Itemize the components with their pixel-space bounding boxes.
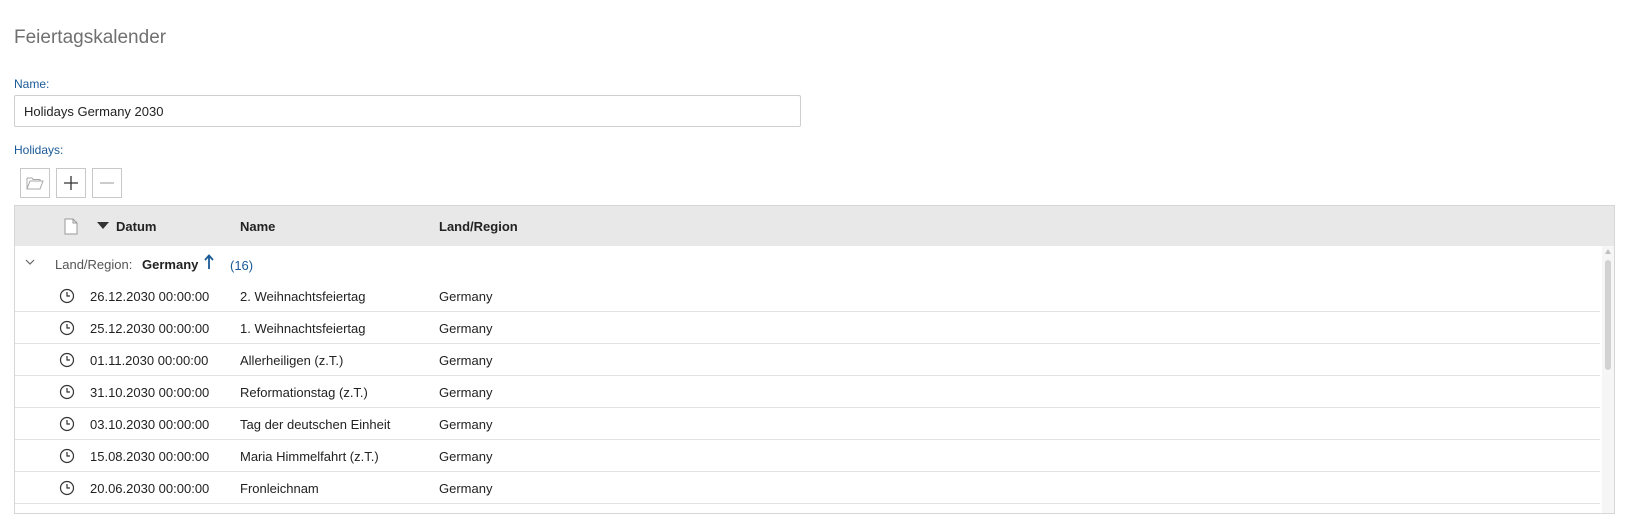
table-row[interactable]: 20.06.2030 00:00:00 Fronleichnam Germany [15,472,1600,504]
holidays-grid: Datum Name Land/Region Land/Region: Germ… [14,205,1615,514]
vertical-scrollbar[interactable] [1602,246,1614,513]
column-header-land-region[interactable]: Land/Region [439,219,518,234]
page-title: Feiertagskalender [14,27,167,48]
holiday-calendar-page: Feiertagskalender Name: Holidays: Datum … [0,0,1632,524]
cell-name: 1. Weihnachtsfeiertag [240,321,366,336]
cell-name: Allerheiligen (z.T.) [240,353,344,368]
chevron-down-icon[interactable] [25,259,35,265]
table-row[interactable]: 15.08.2030 00:00:00 Maria Himmelfahrt (z… [15,440,1600,472]
cell-name: Reformationstag (z.T.) [240,385,368,400]
table-row[interactable]: 26.12.2030 00:00:00 2. Weihnachtsfeierta… [15,280,1600,312]
sort-descending-icon[interactable] [97,222,109,229]
cell-land-region: Germany [439,449,493,464]
group-value: Germany [142,257,199,272]
open-button[interactable] [20,168,50,198]
name-input[interactable] [14,95,801,127]
cell-land-region: Germany [439,385,493,400]
table-row[interactable]: 31.10.2030 00:00:00 Reformationstag (z.T… [15,376,1600,408]
group-label: Land/Region: [55,257,133,272]
cell-date: 31.10.2030 00:00:00 [90,385,210,400]
add-button[interactable] [56,168,86,198]
name-label: Name: [14,77,50,91]
minus-icon [100,182,114,184]
scroll-up-arrow-icon[interactable] [1605,249,1611,254]
clock-icon [59,480,75,496]
plus-icon [64,176,78,190]
cell-land-region: Germany [439,289,493,304]
cell-name: Tag der deutschen Einheit [240,417,391,432]
cell-land-region: Germany [439,417,493,432]
remove-button[interactable] [92,168,122,198]
holidays-label: Holidays: [14,143,64,157]
cell-date: 03.10.2030 00:00:00 [90,417,210,432]
cell-name: Fronleichnam [240,481,319,496]
column-header-name[interactable]: Name [240,219,275,234]
table-row[interactable]: 03.10.2030 00:00:00 Tag der deutschen Ei… [15,408,1600,440]
clock-icon [59,416,75,432]
clock-icon [59,448,75,464]
cell-date: 20.06.2030 00:00:00 [90,481,210,496]
grid-rows: 26.12.2030 00:00:00 2. Weihnachtsfeierta… [15,280,1600,504]
scrollbar-thumb[interactable] [1605,260,1611,370]
clock-icon [59,352,75,368]
cell-land-region: Germany [439,321,493,336]
clock-icon [59,384,75,400]
cell-date: 01.11.2030 00:00:00 [90,353,209,368]
table-row[interactable]: 01.11.2030 00:00:00 Allerheiligen (z.T.)… [15,344,1600,376]
clock-icon [59,320,75,336]
arrow-up-icon[interactable] [204,254,214,270]
clock-icon [59,288,75,304]
cell-land-region: Germany [439,353,493,368]
cell-name: 2. Weihnachtsfeiertag [240,289,366,304]
group-row[interactable]: Land/Region: Germany (16) [15,246,1600,280]
cell-name: Maria Himmelfahrt (z.T.) [240,449,379,464]
grid-header: Datum Name Land/Region [15,206,1614,246]
cell-date: 26.12.2030 00:00:00 [90,289,210,304]
group-count: (16) [230,258,254,273]
column-header-datum[interactable]: Datum [116,219,156,234]
cell-date: 15.08.2030 00:00:00 [90,449,210,464]
cell-date: 25.12.2030 00:00:00 [90,321,210,336]
table-row[interactable]: 25.12.2030 00:00:00 1. Weihnachtsfeierta… [15,312,1600,344]
folder-open-icon [26,177,44,190]
cell-land-region: Germany [439,481,493,496]
document-icon[interactable] [64,218,78,235]
